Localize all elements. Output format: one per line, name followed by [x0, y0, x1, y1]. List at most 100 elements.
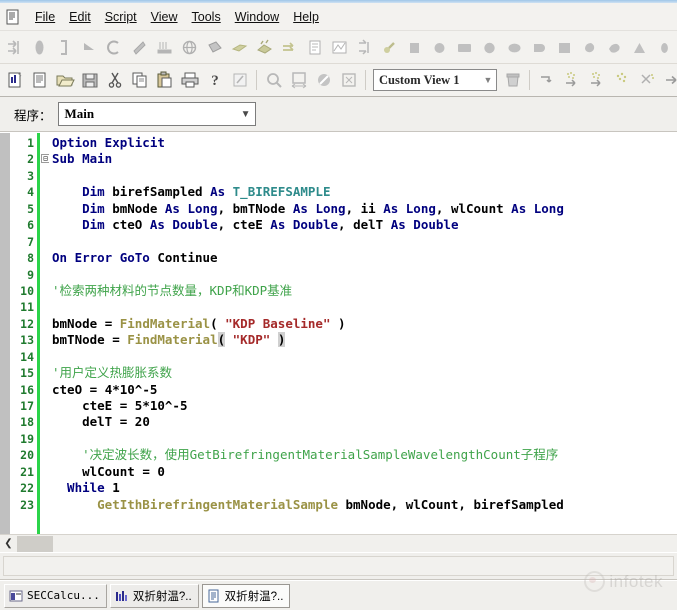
- zoom-fit-width-icon[interactable]: [286, 67, 311, 93]
- trace-rays-icon[interactable]: [559, 67, 584, 93]
- code-line[interactable]: On Error GoTo Continue: [49, 250, 677, 266]
- shape-blob-icon[interactable]: [577, 34, 602, 60]
- code-line[interactable]: Dim bmNode As Long, bmTNode As Long, ii …: [49, 201, 677, 217]
- plot-icon[interactable]: [327, 34, 352, 60]
- globe-icon[interactable]: [177, 34, 202, 60]
- curvature-icon[interactable]: [102, 34, 127, 60]
- menu-tools[interactable]: Tools: [185, 8, 228, 26]
- code-line[interactable]: delT = 20: [49, 414, 677, 430]
- code-line[interactable]: Sub Main: [49, 151, 677, 167]
- network-icon[interactable]: [352, 34, 377, 60]
- shape-circle-icon[interactable]: [427, 34, 452, 60]
- code-fold-margin[interactable]: ⊟: [36, 133, 49, 534]
- code-line[interactable]: bmNode = FindMaterial( "KDP Baseline" ): [49, 316, 677, 332]
- ray-aiming-icon[interactable]: [2, 34, 27, 60]
- code-line[interactable]: [49, 299, 677, 315]
- code-content[interactable]: Option ExplicitSub Main Dim birefSampled…: [49, 133, 677, 534]
- code-token: Dim: [52, 217, 112, 232]
- trace-all-icon[interactable]: [584, 67, 609, 93]
- prism-icon[interactable]: [77, 34, 102, 60]
- shape-triangle-icon[interactable]: [627, 34, 652, 60]
- scrollbar-track[interactable]: [17, 536, 677, 552]
- save-icon[interactable]: [77, 67, 102, 93]
- shape-rect-icon[interactable]: [452, 34, 477, 60]
- code-line[interactable]: cteE = 5*10^-5: [49, 398, 677, 414]
- footprint-icon[interactable]: [152, 34, 177, 60]
- code-line[interactable]: [49, 349, 677, 365]
- cut-icon[interactable]: [102, 67, 127, 93]
- zigzag-icon[interactable]: [277, 34, 302, 60]
- taskbar-button-0[interactable]: SECCalcu...: [4, 584, 107, 608]
- new-document-icon[interactable]: [27, 67, 52, 93]
- step-icon[interactable]: [534, 67, 559, 93]
- menu-window[interactable]: Window: [228, 8, 286, 26]
- menu-help[interactable]: Help: [286, 8, 326, 26]
- spots-icon[interactable]: [609, 67, 634, 93]
- shape-ellipse-icon[interactable]: [477, 34, 502, 60]
- chevron-left-icon[interactable]: ❮: [0, 536, 17, 552]
- help-icon[interactable]: ?: [202, 67, 227, 93]
- code-line[interactable]: [49, 267, 677, 283]
- code-line[interactable]: '决定波长数，使用GetBirefringentMaterialSampleWa…: [49, 447, 677, 463]
- menu-script[interactable]: Script: [98, 8, 144, 26]
- chevron-down-icon[interactable]: ▼: [480, 75, 496, 85]
- edit-properties-icon[interactable]: [227, 67, 252, 93]
- new-analysis-icon[interactable]: [2, 67, 27, 93]
- lens-element-icon[interactable]: [27, 34, 52, 60]
- editor-horizontal-scrollbar[interactable]: ❮: [0, 534, 677, 552]
- code-line[interactable]: GetIthBirefringentMaterialSample bmNode,…: [49, 497, 677, 513]
- code-line[interactable]: Option Explicit: [49, 135, 677, 151]
- diffraction-icon[interactable]: [252, 34, 277, 60]
- code-line[interactable]: bmTNode = FindMaterial( "KDP" ): [49, 332, 677, 348]
- program-select[interactable]: Main ▼: [58, 102, 256, 126]
- taskbar: SECCalcu...双折射温?..双折射温?..: [0, 580, 677, 610]
- code-line[interactable]: '检索两种材料的节点数量，KDP和KDP基准: [49, 283, 677, 299]
- editor-body[interactable]: 1234567891011121314151617181920212223 ⊟ …: [0, 133, 677, 534]
- code-line[interactable]: [49, 234, 677, 250]
- zoom-window-icon[interactable]: [261, 67, 286, 93]
- print-icon[interactable]: [177, 67, 202, 93]
- pin-icon[interactable]: [377, 34, 402, 60]
- delete-view-icon[interactable]: [500, 67, 525, 93]
- code-token: Continue: [157, 250, 217, 265]
- code-line[interactable]: [49, 168, 677, 184]
- code-line[interactable]: [49, 431, 677, 447]
- code-line[interactable]: wlCount = 0: [49, 464, 677, 480]
- open-folder-icon[interactable]: [52, 67, 77, 93]
- code-token: ): [330, 316, 345, 331]
- code-token: =: [105, 316, 120, 331]
- chart-bars-icon: [115, 589, 129, 603]
- code-line[interactable]: cteO = 4*10^-5: [49, 382, 677, 398]
- custom-view-select[interactable]: Custom View 1 ▼: [373, 69, 497, 91]
- no-zoom-icon[interactable]: [311, 67, 336, 93]
- shape-rounded-icon[interactable]: [527, 34, 552, 60]
- menu-view[interactable]: View: [144, 8, 185, 26]
- code-token: On Error GoTo: [52, 250, 157, 265]
- taskbar-button-1[interactable]: 双折射温?..: [110, 584, 199, 608]
- code-line[interactable]: Dim cteO As Double, cteE As Double, delT…: [49, 217, 677, 233]
- zoom-extents-icon[interactable]: [336, 67, 361, 93]
- advance-icon[interactable]: [659, 67, 677, 93]
- shape-square-icon[interactable]: [402, 34, 427, 60]
- shape-drop-icon[interactable]: [602, 34, 627, 60]
- code-line[interactable]: Dim birefSampled As T_BIREFSAMPLE: [49, 184, 677, 200]
- menu-edit[interactable]: Edit: [62, 8, 98, 26]
- copy-icon[interactable]: [127, 67, 152, 93]
- tilt-element-icon[interactable]: [127, 34, 152, 60]
- code-line[interactable]: While 1: [49, 480, 677, 496]
- mesh-icon[interactable]: [202, 34, 227, 60]
- shape-oval-icon[interactable]: [502, 34, 527, 60]
- taskbar-button-2[interactable]: 双折射温?..: [202, 584, 291, 608]
- scrollbar-thumb[interactable]: [17, 536, 53, 552]
- shape-box-icon[interactable]: [552, 34, 577, 60]
- code-line[interactable]: '用户定义热膨胀系数: [49, 365, 677, 381]
- chevron-down-icon[interactable]: ▼: [237, 109, 255, 120]
- aperture-icon[interactable]: [52, 34, 77, 60]
- shape-dot-icon[interactable]: [652, 34, 677, 60]
- grating-icon[interactable]: [227, 34, 252, 60]
- menu-file[interactable]: File: [28, 8, 62, 26]
- scatter-icon[interactable]: [634, 67, 659, 93]
- report-icon[interactable]: [302, 34, 327, 60]
- code-token: As Double: [270, 217, 338, 232]
- paste-icon[interactable]: [152, 67, 177, 93]
